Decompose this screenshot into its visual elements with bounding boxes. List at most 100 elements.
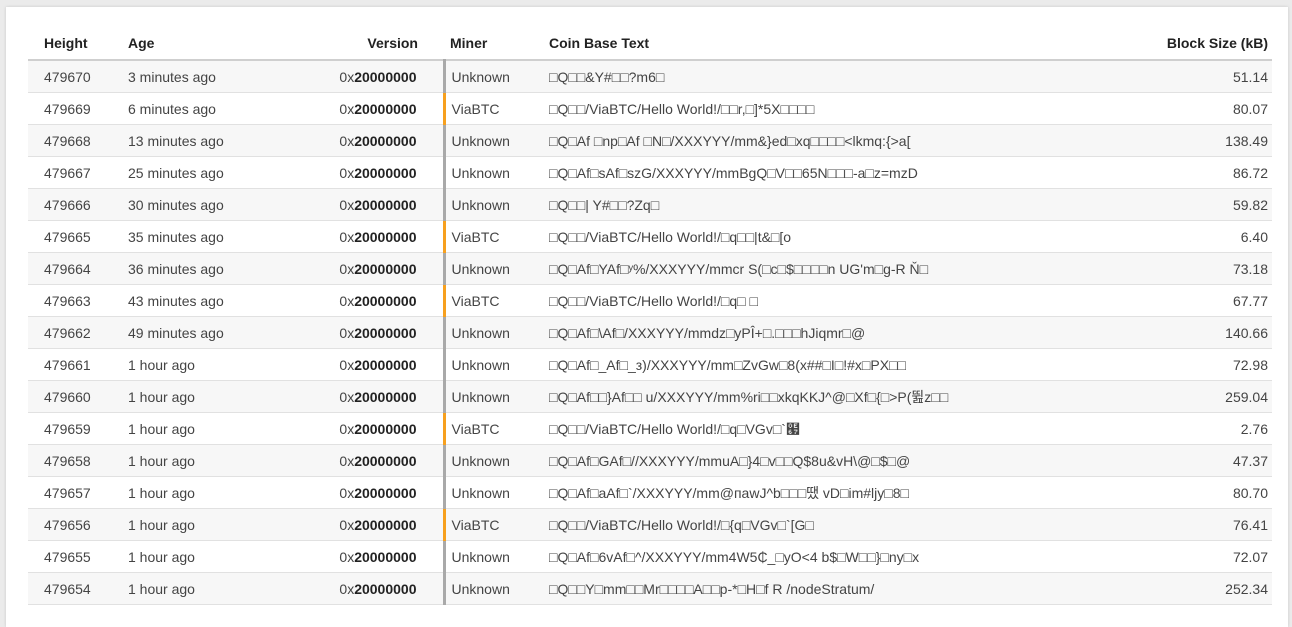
- header-row: Height Age Version Miner Coin Base Text …: [28, 27, 1272, 61]
- table-row[interactable]: 479670 3 minutes ago 0x20000000 Unknown □Q□□…: [28, 60, 1272, 93]
- block-size: 72.07: [1069, 540, 1272, 573]
- block-age: 25 minutes ago: [128, 156, 278, 189]
- block-height-link[interactable]: 479663: [28, 284, 128, 317]
- block-age: 36 minutes ago: [128, 252, 278, 285]
- block-version: 0x20000000: [278, 444, 444, 477]
- block-size: 59.82: [1069, 188, 1272, 221]
- block-height-link[interactable]: 479660: [28, 380, 128, 413]
- table-row[interactable]: 479658 1 hour ago 0x20000000 Unknown □Q□Af□G…: [28, 444, 1272, 477]
- table-row[interactable]: 479663 43 minutes ago 0x20000000 ViaBTC □Q□□…: [28, 284, 1272, 317]
- table-row[interactable]: 479666 30 minutes ago 0x20000000 Unknown □Q□…: [28, 188, 1272, 221]
- table-row[interactable]: 479668 13 minutes ago 0x20000000 Unknown □Q□…: [28, 124, 1272, 157]
- block-age: 49 minutes ago: [128, 316, 278, 349]
- column-header-coinbase[interactable]: Coin Base Text: [549, 27, 1069, 61]
- block-size: 72.98: [1069, 348, 1272, 381]
- column-header-block-size[interactable]: Block Size (kB): [1069, 27, 1272, 61]
- table-row[interactable]: 479669 6 minutes ago 0x20000000 ViaBTC □Q□□/…: [28, 92, 1272, 125]
- table-row[interactable]: 479660 1 hour ago 0x20000000 Unknown □Q□Af□□…: [28, 380, 1272, 413]
- version-prefix: 0x: [339, 580, 355, 597]
- block-miner: Unknown: [442, 540, 549, 573]
- block-size: 252.34: [1069, 572, 1272, 605]
- table-row[interactable]: 479665 35 minutes ago 0x20000000 ViaBTC □Q□□…: [28, 220, 1272, 253]
- block-height-link[interactable]: 479655: [28, 540, 128, 573]
- block-height-link[interactable]: 479666: [28, 188, 128, 221]
- block-version: 0x20000000: [278, 508, 444, 541]
- version-prefix: 0x: [339, 196, 355, 213]
- block-height-link[interactable]: 479654: [28, 572, 128, 605]
- column-header-version[interactable]: Version: [278, 27, 444, 61]
- block-height-link[interactable]: 479667: [28, 156, 128, 189]
- coinbase-text: □Q□□/ViaBTC/Hello World!/□{q□VGv□`[G□: [549, 508, 1069, 541]
- block-size: 67.77: [1069, 284, 1272, 317]
- version-prefix: 0x: [339, 356, 355, 373]
- coinbase-text: □Q□Af□aAf□`/XXXYYY/mm@пawJ^b□□□땠 vD□im#l…: [549, 476, 1069, 509]
- block-version: 0x20000000: [278, 156, 444, 189]
- coinbase-text: □Q□□&Y#□□?m6□: [549, 60, 1069, 93]
- block-height-link[interactable]: 479658: [28, 444, 128, 477]
- block-version: 0x20000000: [278, 540, 444, 573]
- coinbase-text: □Q□Af □np□Af □N□/XXXYYY/mm&}ed□xq□□□□<lk…: [549, 124, 1069, 157]
- block-age: 1 hour ago: [128, 412, 278, 445]
- block-version: 0x20000000: [278, 412, 444, 445]
- block-age: 13 minutes ago: [128, 124, 278, 157]
- coinbase-text: □Q□Af□GAf□//XXXYYY/mmuA□}4□v□□Q$8u&vH\@□…: [549, 444, 1069, 477]
- version-value: 20000000: [354, 100, 417, 117]
- table-row[interactable]: 479659 1 hour ago 0x20000000 ViaBTC □Q□□/Via…: [28, 412, 1272, 445]
- block-height-link[interactable]: 479662: [28, 316, 128, 349]
- block-height-link[interactable]: 479656: [28, 508, 128, 541]
- block-age: 6 minutes ago: [128, 92, 278, 125]
- table-row[interactable]: 479655 1 hour ago 0x20000000 Unknown □Q□Af□6…: [28, 540, 1272, 573]
- block-version: 0x20000000: [278, 348, 444, 381]
- block-size: 86.72: [1069, 156, 1272, 189]
- block-size: 2.76: [1069, 412, 1272, 445]
- version-prefix: 0x: [339, 228, 355, 245]
- coinbase-text: □Q□Af□sAf□szG/XXXYYY/mmBgQ□V□□65N□□□-a□z…: [549, 156, 1069, 189]
- block-miner: Unknown: [442, 124, 549, 157]
- coinbase-text: □Q□□/ViaBTC/Hello World!/□q□□|t&□[o: [549, 220, 1069, 253]
- block-height-link[interactable]: 479670: [28, 60, 128, 93]
- block-height-link[interactable]: 479668: [28, 124, 128, 157]
- coinbase-text: □Q□Af□\Af□/XXXYYY/mmdz□yPÎ+□.□□□hJiqmr□@: [549, 316, 1069, 349]
- block-size: 51.14: [1069, 60, 1272, 93]
- block-size: 140.66: [1069, 316, 1272, 349]
- block-age: 1 hour ago: [128, 380, 278, 413]
- table-row[interactable]: 479654 1 hour ago 0x20000000 Unknown □Q□□Y□m…: [28, 572, 1272, 605]
- block-height-link[interactable]: 479657: [28, 476, 128, 509]
- block-version: 0x20000000: [278, 188, 444, 221]
- version-value: 20000000: [354, 324, 417, 341]
- table-row[interactable]: 479662 49 minutes ago 0x20000000 Unknown □Q□…: [28, 316, 1272, 349]
- block-age: 1 hour ago: [128, 508, 278, 541]
- version-prefix: 0x: [339, 260, 355, 277]
- block-miner: Unknown: [442, 572, 549, 605]
- block-height-link[interactable]: 479664: [28, 252, 128, 285]
- block-size: 76.41: [1069, 508, 1272, 541]
- block-version: 0x20000000: [278, 476, 444, 509]
- block-age: 30 minutes ago: [128, 188, 278, 221]
- block-height-link[interactable]: 479669: [28, 92, 128, 125]
- table-row[interactable]: 479667 25 minutes ago 0x20000000 Unknown □Q□…: [28, 156, 1272, 189]
- block-version: 0x20000000: [278, 316, 444, 349]
- block-size: 47.37: [1069, 444, 1272, 477]
- column-header-age[interactable]: Age: [128, 27, 278, 61]
- block-height-link[interactable]: 479659: [28, 412, 128, 445]
- block-version: 0x20000000: [278, 572, 444, 605]
- block-version: 0x20000000: [278, 252, 444, 285]
- block-miner: Unknown: [442, 476, 549, 509]
- version-prefix: 0x: [339, 484, 355, 501]
- coinbase-text: □Q□□/ViaBTC/Hello World!/□q□ □: [549, 284, 1069, 317]
- table-body: 479670 3 minutes ago 0x20000000 Unknown □Q□□…: [28, 60, 1272, 605]
- version-value: 20000000: [354, 292, 417, 309]
- table-row[interactable]: 479656 1 hour ago 0x20000000 ViaBTC □Q□□/Via…: [28, 508, 1272, 541]
- block-height-link[interactable]: 479665: [28, 220, 128, 253]
- version-prefix: 0x: [339, 420, 355, 437]
- table-row[interactable]: 479664 36 minutes ago 0x20000000 Unknown □Q□…: [28, 252, 1272, 285]
- block-miner: Unknown: [442, 60, 549, 93]
- blocks-panel: Height Age Version Miner Coin Base Text …: [6, 7, 1288, 627]
- table-row[interactable]: 479657 1 hour ago 0x20000000 Unknown □Q□Af□a…: [28, 476, 1272, 509]
- block-miner: Unknown: [442, 156, 549, 189]
- table-row[interactable]: 479661 1 hour ago 0x20000000 Unknown □Q□Af□_…: [28, 348, 1272, 381]
- coinbase-text: □Q□Af□6vAf□^/XXXYYY/mm4W5₵_□yO<4 b$□W□□}…: [549, 540, 1069, 573]
- column-header-height[interactable]: Height: [28, 27, 128, 61]
- column-header-miner[interactable]: Miner: [444, 27, 549, 61]
- block-height-link[interactable]: 479661: [28, 348, 128, 381]
